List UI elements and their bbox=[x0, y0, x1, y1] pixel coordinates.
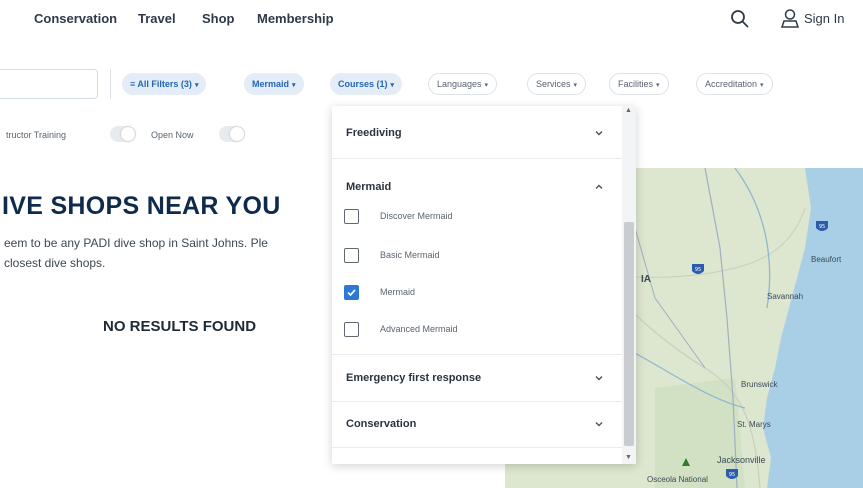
search-icon[interactable] bbox=[730, 9, 750, 29]
map-label: IA bbox=[641, 274, 651, 285]
option-mermaid[interactable]: Mermaid bbox=[344, 282, 614, 304]
chip-label: Languages bbox=[437, 79, 482, 89]
section-title: Freediving bbox=[346, 127, 402, 139]
nav-link-conservation[interactable]: Conservation bbox=[34, 11, 117, 26]
option-label: Discover Mermaid bbox=[380, 211, 453, 221]
chip-label: Courses (1) bbox=[338, 79, 388, 89]
chevron-down-icon bbox=[595, 376, 603, 381]
chevron-up-icon bbox=[595, 184, 603, 189]
highway-shield-icon: 95 bbox=[726, 469, 738, 479]
chip-label: Services bbox=[536, 79, 571, 89]
filter-divider bbox=[110, 69, 111, 99]
section-divider bbox=[332, 354, 622, 355]
chip-label: Accreditation bbox=[705, 79, 758, 89]
languages-chip[interactable]: Languages ▾ bbox=[428, 73, 498, 95]
park-marker-icon bbox=[682, 458, 690, 466]
option-label: Advanced Mermaid bbox=[380, 324, 458, 334]
section-mermaid[interactable]: Mermaid bbox=[332, 166, 622, 210]
chevron-down-icon: ▾ bbox=[194, 82, 199, 89]
checkbox[interactable] bbox=[344, 322, 359, 337]
no-shops-message: eem to be any PADI dive shop in Saint Jo… bbox=[4, 233, 330, 273]
mermaid-chip[interactable]: Mermaid ▾ bbox=[244, 73, 304, 95]
open-now-label: Open Now bbox=[151, 130, 194, 140]
option-discover-mermaid[interactable]: Discover Mermaid bbox=[344, 206, 614, 228]
section-title: Emergency first response bbox=[346, 372, 482, 384]
checkbox[interactable] bbox=[344, 248, 359, 263]
top-nav: Conservation Travel Shop Membership Sign… bbox=[0, 0, 863, 40]
option-label: Basic Mermaid bbox=[380, 250, 440, 260]
chevron-down-icon bbox=[595, 422, 603, 427]
chevron-down-icon: ▾ bbox=[292, 82, 296, 89]
section-divider bbox=[332, 401, 622, 402]
highway-shield-icon: 95 bbox=[816, 221, 828, 231]
map-label: St. Marys bbox=[737, 420, 771, 429]
chip-label: Facilities bbox=[618, 79, 654, 89]
chevron-down-icon: ▾ bbox=[760, 82, 764, 89]
map-label: Beaufort bbox=[811, 255, 842, 264]
instructor-training-toggle[interactable] bbox=[110, 126, 136, 142]
nav-link-membership[interactable]: Membership bbox=[257, 11, 334, 26]
section-title: Mermaid bbox=[346, 181, 392, 193]
checkmark-icon bbox=[347, 289, 356, 297]
checkbox-checked[interactable] bbox=[344, 285, 359, 300]
courses-chip[interactable]: Courses (1) ▾ bbox=[330, 73, 403, 95]
facilities-chip[interactable]: Facilities ▾ bbox=[609, 73, 669, 95]
option-basic-mermaid[interactable]: Basic Mermaid bbox=[344, 245, 614, 267]
message-line: closest dive shops. bbox=[4, 256, 106, 270]
user-icon[interactable] bbox=[780, 8, 800, 28]
section-divider bbox=[332, 447, 622, 448]
nav-link-travel[interactable]: Travel bbox=[138, 11, 176, 26]
option-label: Mermaid bbox=[380, 287, 416, 297]
no-results-text: NO RESULTS FOUND bbox=[103, 318, 257, 335]
open-now-toggle[interactable] bbox=[219, 126, 245, 142]
section-emergency-first-response[interactable]: Emergency first response bbox=[332, 357, 622, 401]
chevron-down-icon: ▾ bbox=[573, 82, 578, 89]
scrollbar-thumb[interactable] bbox=[624, 222, 634, 446]
map-label: Osceola National bbox=[647, 475, 708, 484]
scroll-up-arrow-icon[interactable]: ▲ bbox=[625, 107, 632, 114]
sign-in-link[interactable]: Sign In bbox=[804, 11, 844, 26]
instructor-training-label: tructor Training bbox=[6, 130, 67, 140]
shield-number: 95 bbox=[729, 472, 735, 478]
nav-link-shop[interactable]: Shop bbox=[202, 11, 235, 26]
services-chip[interactable]: Services ▾ bbox=[527, 73, 587, 95]
toggle-knob bbox=[230, 127, 244, 141]
message-line: eem to be any PADI dive shop in Saint Jo… bbox=[4, 236, 268, 250]
accreditation-chip[interactable]: Accreditation ▾ bbox=[696, 73, 773, 95]
map-label: Jacksonville bbox=[717, 455, 766, 465]
section-title: Conservation bbox=[346, 418, 417, 430]
all-filters-chip[interactable]: ≡ All Filters (3) ▾ bbox=[122, 73, 207, 95]
chevron-down-icon: ▾ bbox=[390, 82, 395, 89]
section-divider bbox=[332, 158, 622, 159]
courses-dropdown: Freediving Mermaid Discover Mermaid Basi… bbox=[332, 106, 636, 464]
shield-number: 95 bbox=[819, 224, 825, 230]
section-conservation[interactable]: Conservation bbox=[332, 403, 622, 447]
toggle-knob bbox=[121, 127, 135, 141]
chip-label: Mermaid bbox=[252, 79, 290, 89]
chip-label: ≡ All Filters (3) bbox=[130, 79, 192, 89]
checkbox[interactable] bbox=[344, 209, 359, 224]
highway-shield-icon: 95 bbox=[692, 264, 704, 274]
chevron-down-icon: ▾ bbox=[656, 82, 660, 89]
chevron-down-icon: ▾ bbox=[484, 82, 489, 89]
map-label: Brunswick bbox=[741, 380, 778, 389]
map-label: Savannah bbox=[767, 292, 804, 301]
chevron-down-icon bbox=[595, 131, 603, 136]
page-heading: IVE SHOPS NEAR YOU bbox=[2, 192, 281, 220]
option-advanced-mermaid[interactable]: Advanced Mermaid bbox=[344, 319, 614, 341]
section-freediving[interactable]: Freediving bbox=[332, 112, 622, 156]
shield-number: 95 bbox=[695, 267, 701, 273]
location-search-input[interactable] bbox=[0, 69, 98, 99]
scroll-down-arrow-icon[interactable]: ▼ bbox=[625, 454, 632, 461]
